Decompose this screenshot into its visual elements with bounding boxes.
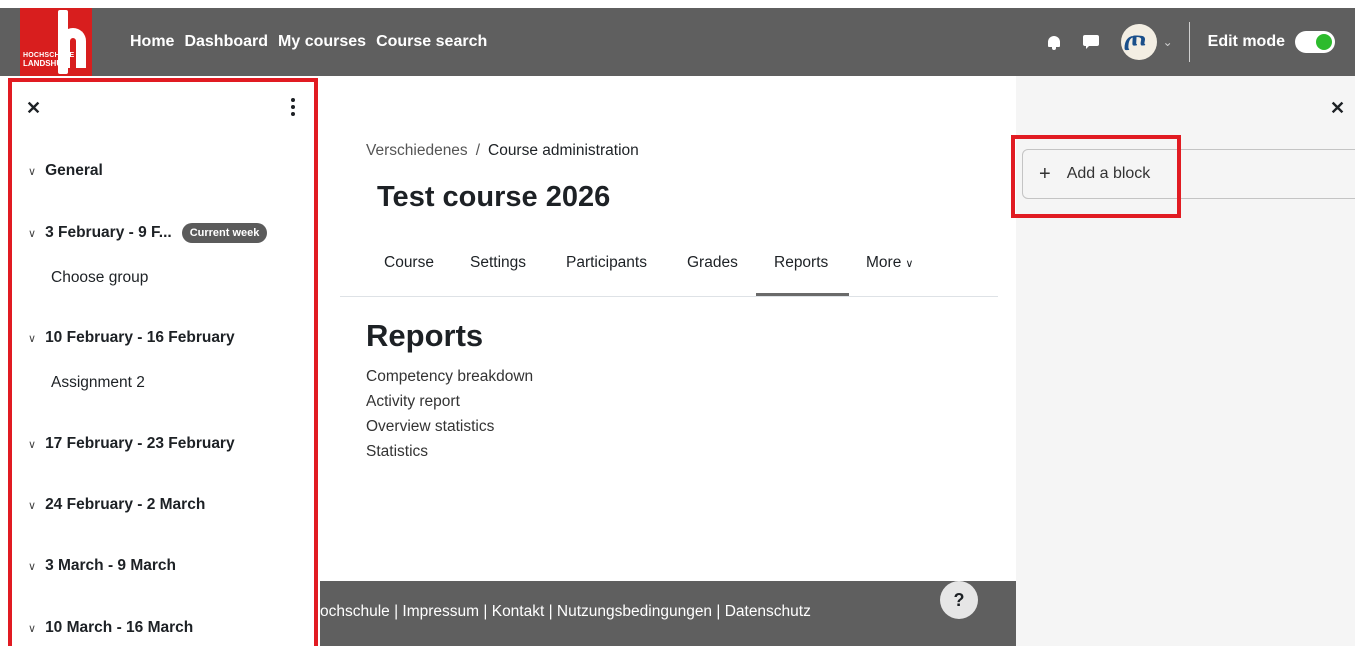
page-footer: ochschule | Impressum | Kontakt | Nutzun… [320, 581, 1016, 646]
section-label: 3 February - 9 F... [45, 224, 172, 241]
add-block-label: Add a block [1066, 165, 1151, 182]
section-week-2[interactable]: ∨ 10 February - 16 February [28, 329, 235, 347]
section-label: General [45, 162, 103, 179]
breadcrumb-current: Course administration [488, 142, 639, 159]
tab-settings[interactable]: Settings [470, 254, 526, 272]
page-title: Test course 2026 [377, 181, 611, 213]
section-label: 24 February - 2 March [45, 496, 206, 513]
add-block-button[interactable]: + Add a block [1022, 149, 1355, 199]
section-week-3[interactable]: ∨ 17 February - 23 February [28, 435, 235, 453]
tab-reports[interactable]: Reports [774, 254, 828, 272]
logo-text-top: HOCHSCHULE [23, 52, 75, 59]
user-menu-chevron-down-icon[interactable]: ⌄ [1163, 35, 1173, 49]
block-drawer: ✕ + Add a block [1016, 76, 1355, 646]
messages-icon[interactable] [1082, 35, 1099, 49]
report-link-competency-breakdown[interactable]: Competency breakdown [366, 368, 533, 386]
user-avatar[interactable]: ጦ [1120, 24, 1157, 60]
kebab-menu-icon[interactable] [288, 98, 298, 116]
chevron-down-icon[interactable]: ∨ [28, 227, 36, 240]
tab-grades[interactable]: Grades [687, 254, 738, 272]
nav-home-link[interactable]: Home [130, 33, 174, 51]
tab-more-label: More [866, 254, 902, 271]
section-week-1[interactable]: ∨ 3 February - 9 F... Current week [28, 223, 268, 243]
section-label: 10 March - 16 March [45, 619, 194, 636]
section-label: 17 February - 23 February [45, 435, 235, 452]
breadcrumb-link[interactable]: Verschiedenes [366, 142, 468, 159]
close-block-drawer-icon[interactable]: ✕ [1330, 98, 1345, 119]
reports-heading: Reports [366, 318, 484, 353]
report-link-overview-statistics[interactable]: Overview statistics [366, 418, 494, 436]
notifications-bell-icon[interactable] [1047, 34, 1061, 50]
plus-icon: + [1039, 162, 1051, 185]
logo-text-bottom: LANDSHUT [23, 59, 67, 68]
tab-more[interactable]: More ∨ [866, 254, 913, 272]
chevron-down-icon[interactable]: ∨ [28, 332, 36, 345]
section-label: 10 February - 16 February [45, 329, 235, 346]
chevron-down-icon[interactable]: ∨ [28, 165, 36, 178]
nav-my-courses-link[interactable]: My courses [278, 33, 366, 51]
user-navigation: ጦ ⌄ Edit mode [1047, 8, 1355, 76]
course-tabs: Course Settings Participants Grades Repo… [340, 240, 998, 297]
nav-dashboard-link[interactable]: Dashboard [184, 33, 268, 51]
nav-divider [1188, 22, 1190, 62]
edit-mode-toggle[interactable] [1295, 31, 1335, 53]
section-week-6[interactable]: ∨ 10 March - 16 March [28, 619, 193, 637]
nav-course-search-link[interactable]: Course search [376, 33, 487, 51]
chevron-down-icon: ∨ [905, 258, 914, 270]
course-index-drawer: ✕ ∨ General ∨ 3 February - 9 F... Curren… [0, 76, 320, 646]
section-label: 3 March - 9 March [45, 557, 176, 574]
activity-choose-group[interactable]: Choose group [51, 269, 148, 287]
primary-navigation: Home Dashboard My courses Course search [130, 8, 497, 76]
help-button[interactable]: ? [940, 581, 978, 619]
current-week-badge: Current week [181, 223, 268, 243]
top-navbar: HOCHSCHULE LANDSHUT Home Dashboard My co… [0, 8, 1355, 76]
close-drawer-icon[interactable]: ✕ [26, 98, 41, 119]
university-logo[interactable]: HOCHSCHULE LANDSHUT [20, 8, 92, 76]
section-week-4[interactable]: ∨ 24 February - 2 March [28, 496, 205, 514]
report-link-statistics[interactable]: Statistics [366, 443, 428, 461]
section-week-5[interactable]: ∨ 3 March - 9 March [28, 557, 176, 575]
chevron-down-icon[interactable]: ∨ [28, 560, 36, 573]
tab-participants[interactable]: Participants [566, 254, 647, 272]
chevron-down-icon[interactable]: ∨ [28, 438, 36, 451]
chevron-down-icon[interactable]: ∨ [28, 622, 36, 635]
chevron-down-icon[interactable]: ∨ [28, 499, 36, 512]
section-general[interactable]: ∨ General [28, 162, 103, 180]
tab-course[interactable]: Course [384, 254, 434, 272]
activity-assignment-2[interactable]: Assignment 2 [51, 374, 145, 392]
footer-links[interactable]: ochschule | Impressum | Kontakt | Nutzun… [320, 603, 811, 621]
avatar-monogram-icon: ጦ [1123, 24, 1147, 56]
report-link-activity-report[interactable]: Activity report [366, 393, 460, 411]
breadcrumb: Verschiedenes / Course administration [366, 142, 639, 160]
active-tab-indicator [756, 293, 849, 296]
breadcrumb-separator: / [475, 142, 480, 159]
edit-mode-label: Edit mode [1207, 33, 1285, 50]
